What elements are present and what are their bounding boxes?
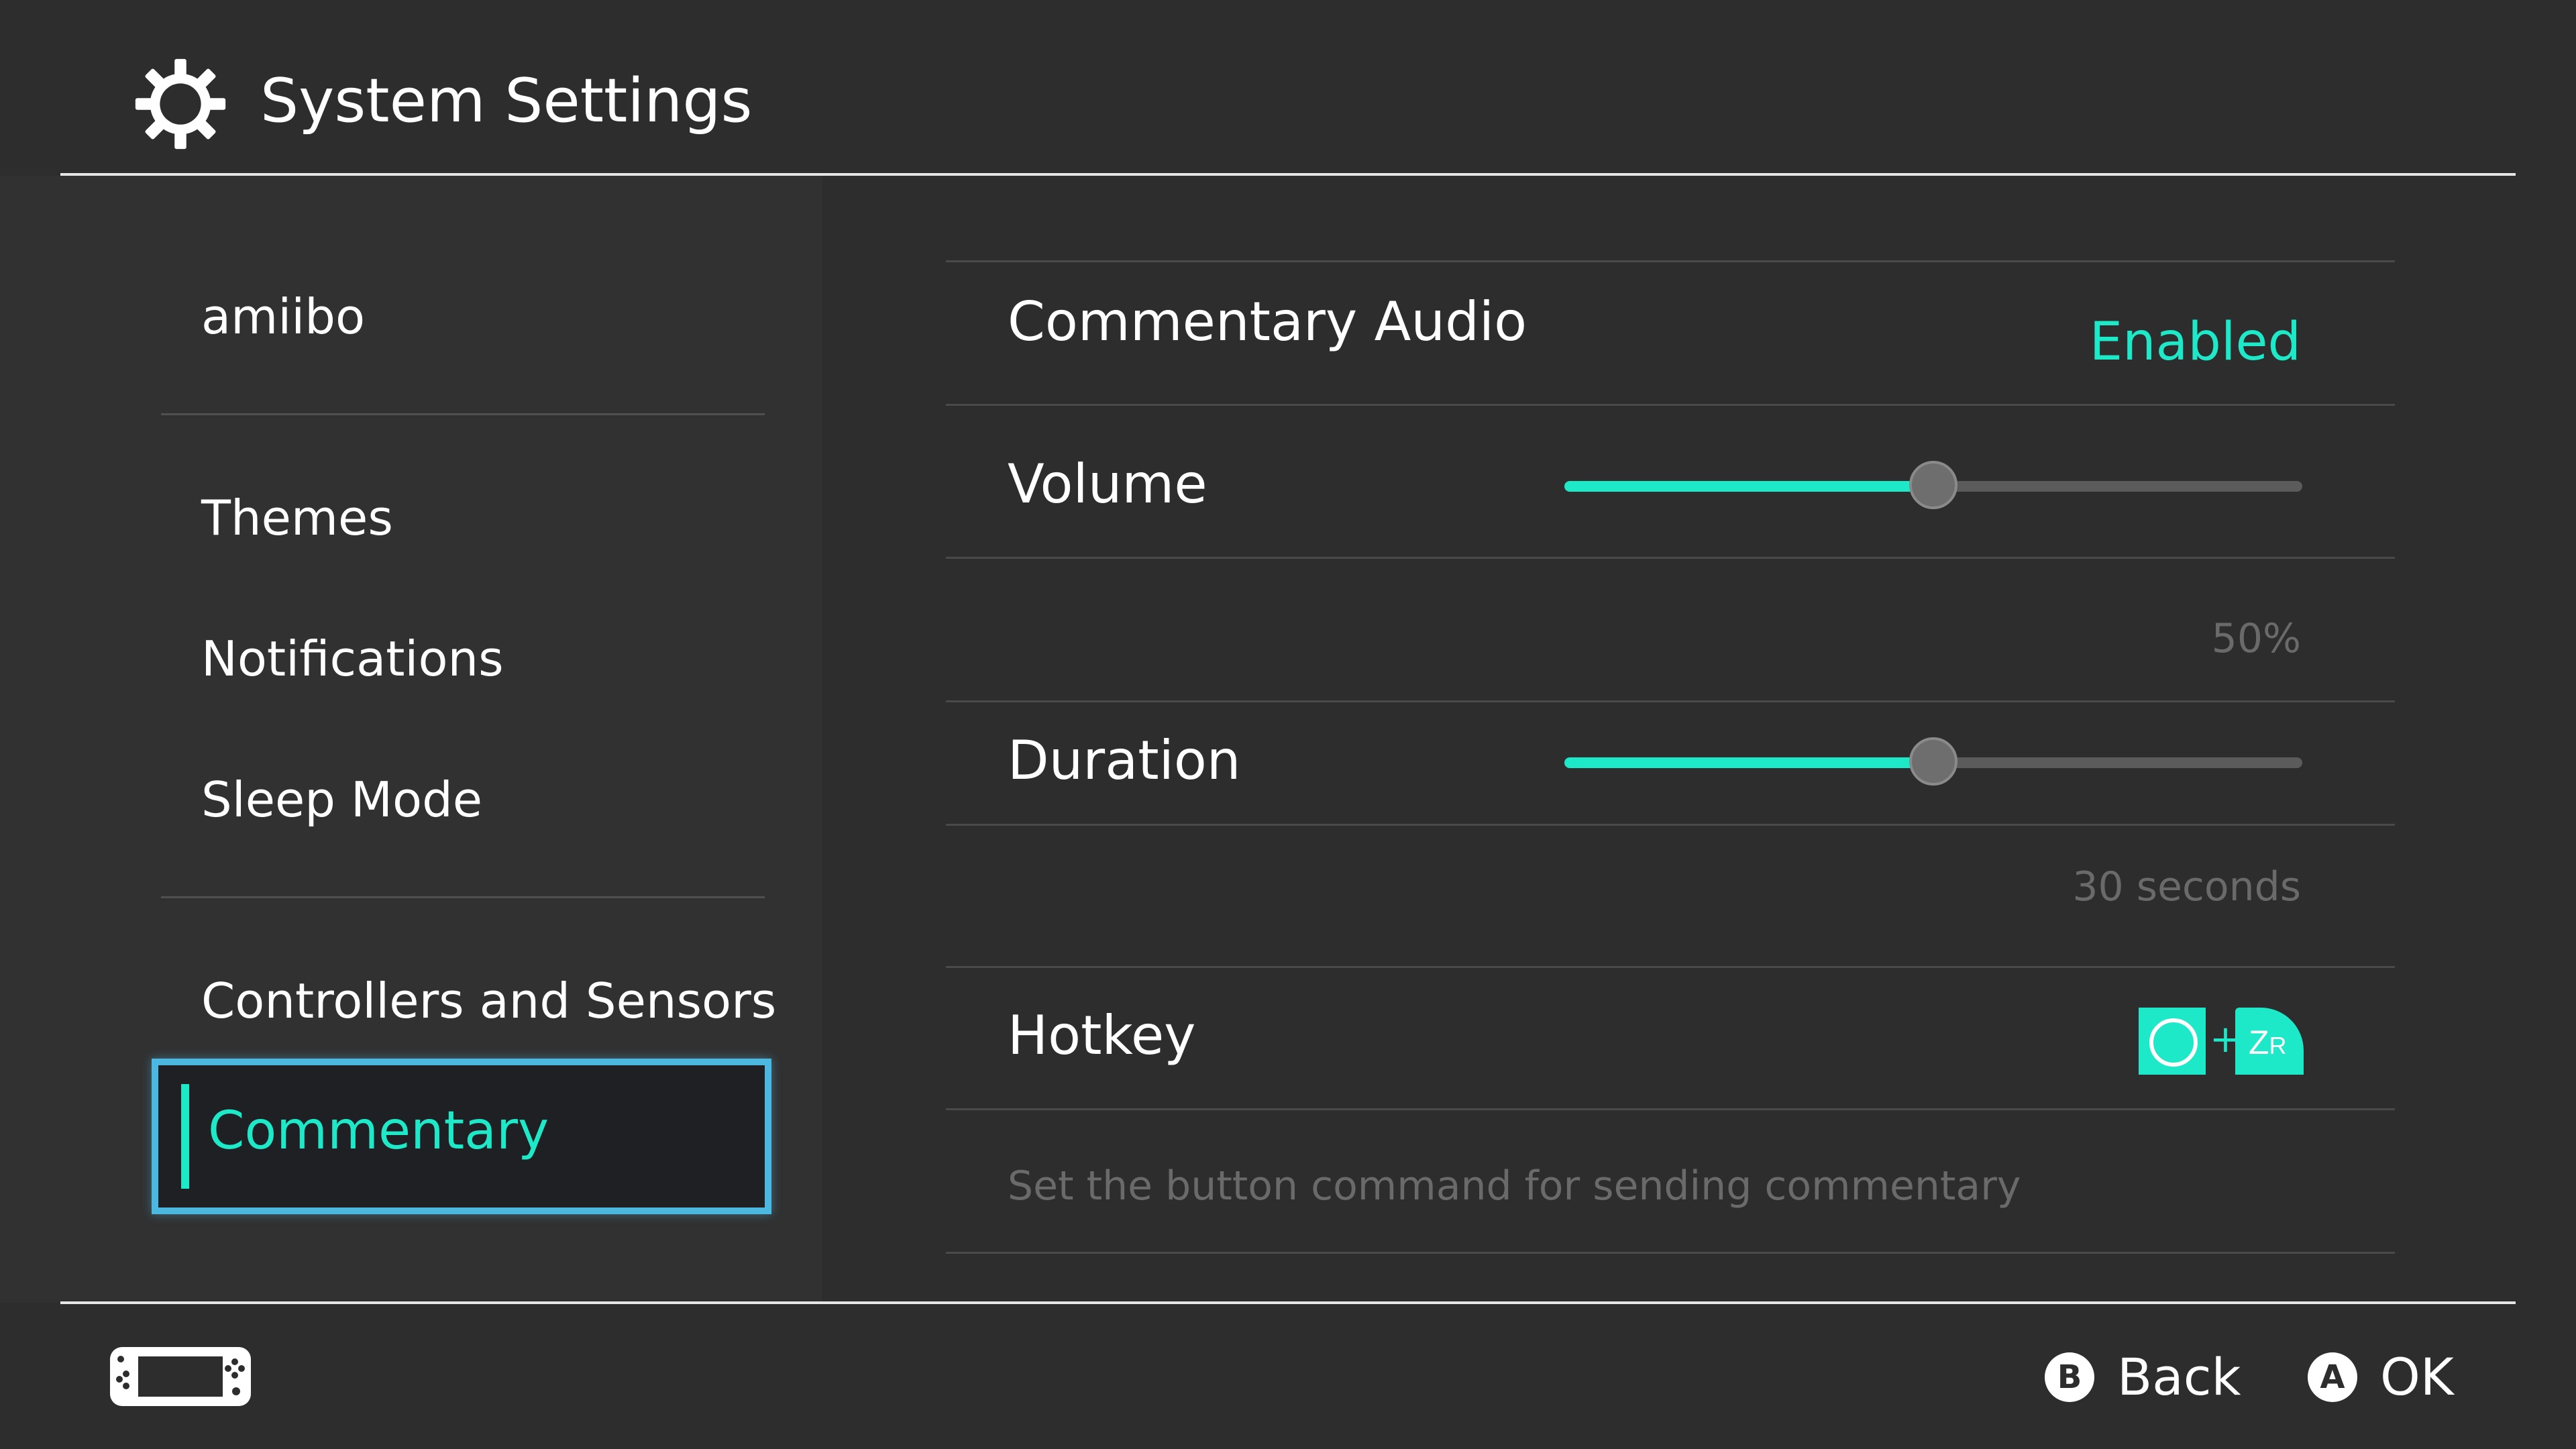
volume-slider[interactable] <box>1564 461 2302 509</box>
hotkey-combo[interactable]: + ZR <box>2139 1008 2304 1075</box>
circle-button-icon <box>2139 1008 2206 1075</box>
duration-slider-handle[interactable] <box>1909 737 1957 786</box>
a-button-icon: A <box>2308 1352 2357 1402</box>
zr-button-icon: ZR <box>2235 1008 2304 1075</box>
duration-value: 30 seconds <box>2072 863 2301 910</box>
sidebar-item-sleep-mode[interactable]: Sleep Mode <box>201 767 482 832</box>
sidebar-divider <box>161 413 765 415</box>
row-divider <box>946 1252 2395 1254</box>
hotkey-label[interactable]: Hotkey <box>1008 1002 1196 1069</box>
volume-value: 50% <box>2211 615 2301 662</box>
duration-slider-fill <box>1564 757 1933 768</box>
volume-slider-fill <box>1564 481 1933 492</box>
footer-divider <box>60 1301 2516 1304</box>
row-divider <box>946 700 2395 702</box>
sidebar-item-notifications[interactable]: Notifications <box>201 627 504 691</box>
sidebar-item-amiibo[interactable]: amiibo <box>201 284 365 349</box>
row-divider <box>946 966 2395 968</box>
row-divider <box>946 824 2395 826</box>
handheld-console-icon <box>110 1347 251 1406</box>
header-divider <box>60 173 2516 176</box>
b-button-icon: B <box>2045 1352 2094 1402</box>
volume-label: Volume <box>1008 453 1208 515</box>
zr-sub-letter: R <box>2269 1032 2287 1059</box>
sidebar-divider <box>161 896 765 898</box>
selection-accent-bar <box>181 1084 189 1189</box>
hotkey-description: Set the button command for sending comme… <box>1008 1163 2021 1210</box>
page-title: System Settings <box>260 66 753 136</box>
commentary-audio-label[interactable]: Commentary Audio <box>1008 288 1527 356</box>
row-divider <box>946 404 2395 406</box>
ok-label: OK <box>2380 1347 2454 1407</box>
header: System Settings <box>0 0 2576 176</box>
sidebar-item-commentary[interactable]: Commentary <box>152 1059 771 1214</box>
row-divider <box>946 1108 2395 1110</box>
back-label: Back <box>2117 1347 2241 1407</box>
commentary-audio-value[interactable]: Enabled <box>2090 309 2301 376</box>
duration-slider[interactable] <box>1564 737 2302 786</box>
sidebar-item-label: Commentary <box>208 1101 549 1161</box>
gear-icon <box>135 58 226 150</box>
row-divider <box>946 557 2395 559</box>
volume-slider-handle[interactable] <box>1909 461 1957 509</box>
row-divider <box>946 260 2395 262</box>
sidebar-item-themes[interactable]: Themes <box>201 486 393 550</box>
sidebar-item-controllers-and-sensors[interactable]: Controllers and Sensors <box>201 969 776 1033</box>
duration-label: Duration <box>1008 729 1241 792</box>
zr-main-letter: Z <box>2249 1024 2269 1061</box>
